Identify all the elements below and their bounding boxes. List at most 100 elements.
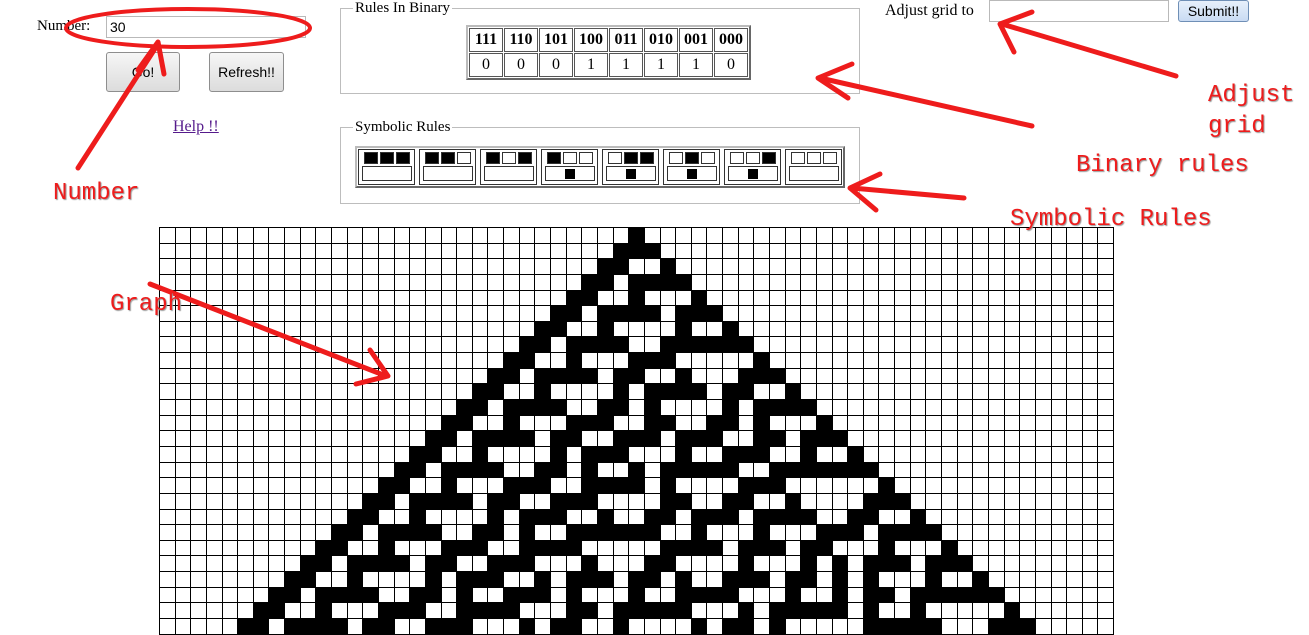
grid-cell: [363, 337, 379, 354]
grid-cell: [644, 603, 661, 620]
symbolic-cell: [623, 152, 638, 164]
grid-cell: [988, 446, 1005, 463]
grid-cell: [175, 400, 192, 416]
grid-cell: [441, 400, 458, 416]
grid-cell: [613, 368, 630, 385]
grid-cell: [644, 321, 661, 338]
grid-cell: [660, 290, 677, 307]
grid-cell: [1020, 540, 1036, 557]
grid-cell: [723, 415, 739, 432]
grid-cell: [441, 431, 458, 447]
grid-cell: [1098, 446, 1115, 463]
grid-cell: [425, 478, 442, 494]
grid-cell: [457, 290, 473, 307]
binary-output-cell: 0: [539, 53, 573, 77]
symbolic-rules-row: [355, 146, 845, 188]
grid-cell: [238, 587, 254, 604]
grid-cell: [175, 572, 192, 588]
grid-cell: [457, 306, 473, 322]
grid-cell: [425, 384, 442, 401]
grid-cell: [848, 259, 864, 275]
adjust-grid-label: Adjust grid to: [885, 2, 974, 19]
grid-cell: [1082, 431, 1099, 447]
grid-cell: [410, 509, 426, 526]
grid-cell: [1067, 462, 1083, 479]
grid-cell: [410, 368, 426, 385]
grid-cell: [504, 290, 520, 307]
grid-cell: [754, 290, 770, 307]
grid-cell: [597, 478, 614, 494]
grid-cell: [175, 431, 192, 447]
grid-cell: [1020, 384, 1036, 401]
grid-cell: [222, 259, 239, 275]
grid-cell: [660, 525, 677, 541]
grid-cell: [285, 228, 301, 244]
refresh-button[interactable]: Refresh!!: [209, 52, 284, 92]
grid-cell: [504, 400, 520, 416]
grid-cell: [457, 478, 473, 494]
grid-cell: [1082, 462, 1099, 479]
grid-cell: [848, 243, 864, 260]
symbolic-cell: [822, 152, 837, 164]
grid-cell: [519, 572, 536, 588]
grid-cell: [707, 290, 724, 307]
grid-cell: [754, 259, 770, 275]
grid-cell: [1035, 431, 1052, 447]
adjust-grid-input[interactable]: [989, 0, 1169, 22]
grid-cell: [253, 274, 270, 291]
grid-cell: [973, 337, 989, 354]
grid-cell: [394, 415, 411, 432]
submit-button[interactable]: Submit!!: [1178, 0, 1249, 22]
grid-cell: [879, 243, 896, 260]
grid-cell: [863, 572, 880, 588]
grid-cell: [957, 556, 974, 573]
grid-cell: [957, 384, 974, 401]
number-input[interactable]: [106, 16, 306, 38]
symbolic-output-cell: [503, 168, 514, 179]
grid-cell: [660, 572, 677, 588]
grid-cell: [895, 462, 911, 479]
grid-cell: [425, 446, 442, 463]
grid-cell: [988, 493, 1005, 510]
grid-cell: [785, 415, 802, 432]
grid-cell: [363, 368, 379, 385]
grid-cell: [535, 509, 552, 526]
grid-cell: [816, 509, 833, 526]
grid-cell: [472, 478, 489, 494]
grid-cell: [269, 384, 286, 401]
grid-cell: [926, 290, 943, 307]
grid-cell: [222, 462, 239, 479]
grid-cell: [1020, 368, 1036, 385]
grid-cell: [1051, 540, 1068, 557]
grid-cell: [1098, 290, 1115, 307]
grid-cell: [300, 337, 317, 354]
grid-cell: [754, 525, 770, 541]
grid-cell: [629, 462, 645, 479]
help-link[interactable]: Help !!: [173, 118, 219, 136]
grid-cell: [1051, 572, 1068, 588]
binary-output-cell: 1: [644, 53, 678, 77]
grid-cell: [942, 478, 958, 494]
grid-cell: [410, 572, 426, 588]
grid-cell: [160, 228, 176, 244]
grid-cell: [691, 259, 708, 275]
grid-cell: [347, 556, 364, 573]
symbolic-cell: [639, 152, 654, 164]
grid-cell: [1020, 446, 1036, 463]
grid-cell: [1020, 400, 1036, 416]
grid-cell: [816, 259, 833, 275]
grid-cell: [1035, 556, 1052, 573]
grid-cell: [942, 274, 958, 291]
grid-cell: [238, 306, 254, 322]
grid-cell: [1067, 509, 1083, 526]
grid-cell: [394, 368, 411, 385]
annotation-adjust-line2: grid: [1208, 113, 1266, 140]
grid-cell: [347, 274, 364, 291]
grid-cell: [707, 572, 724, 588]
grid-cell: [347, 478, 364, 494]
go-button[interactable]: Go!: [106, 52, 180, 92]
grid-cell: [707, 462, 724, 479]
grid-cell: [504, 525, 520, 541]
grid-cell: [175, 525, 192, 541]
grid-cell: [910, 368, 927, 385]
